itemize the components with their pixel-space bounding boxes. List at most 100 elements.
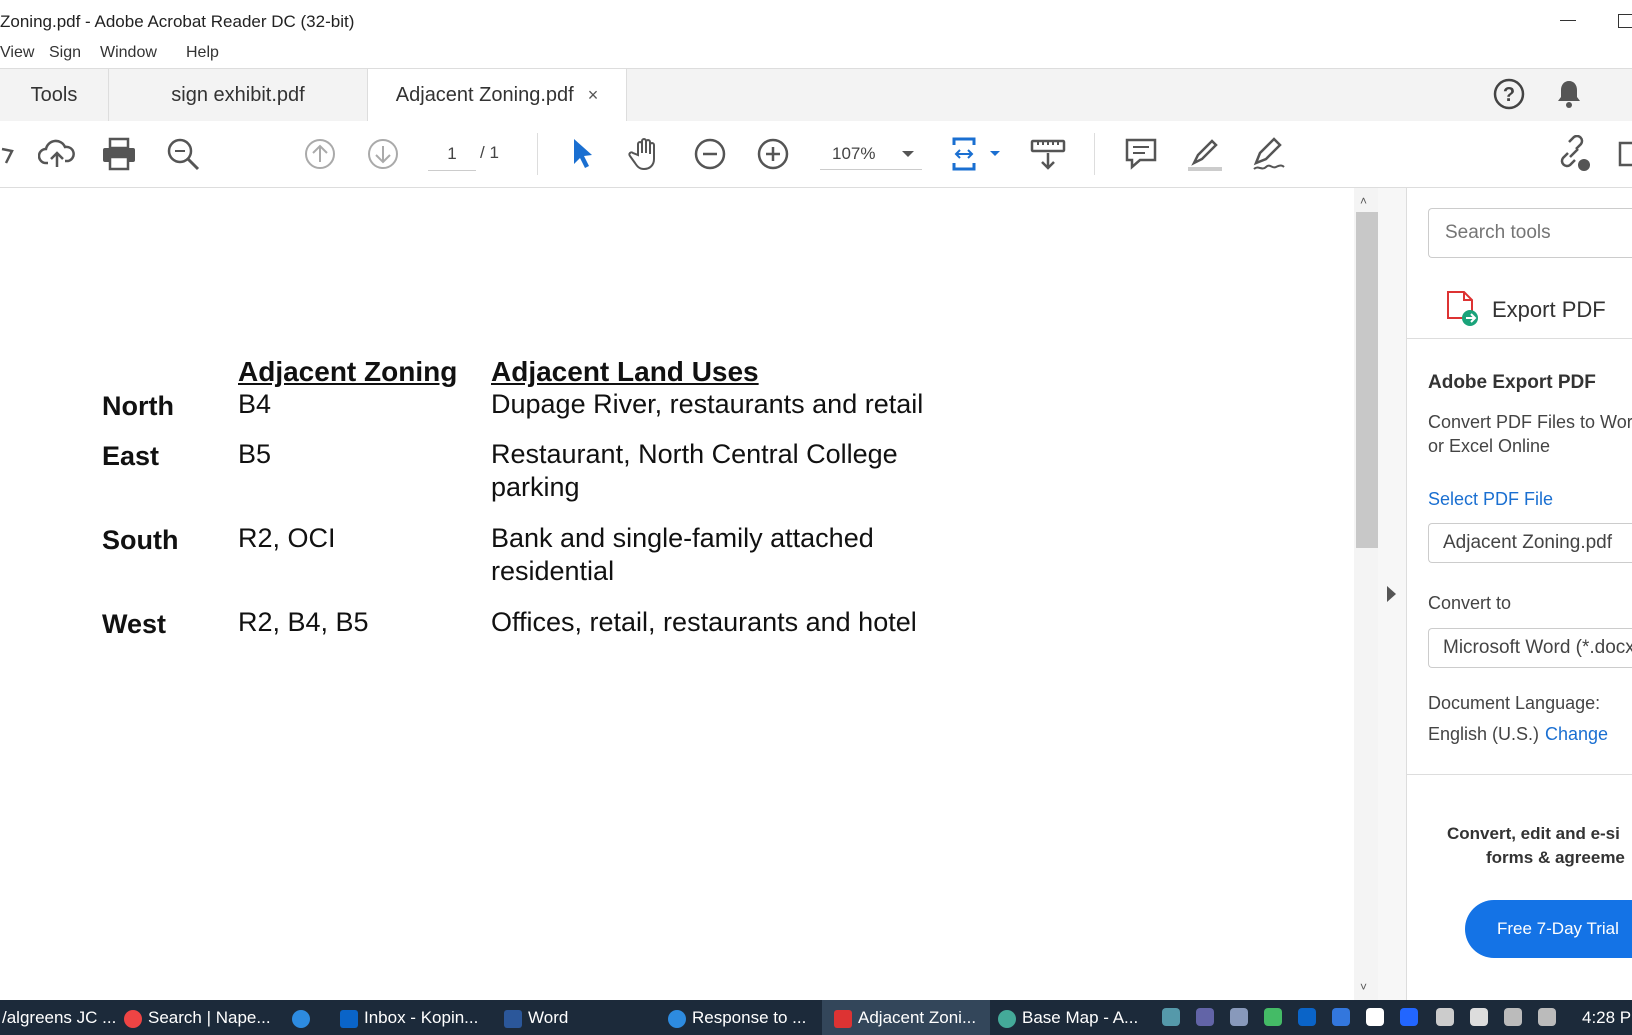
zoom-out-icon[interactable]	[691, 135, 729, 173]
right-panel-toggle[interactable]	[1378, 188, 1407, 1000]
edge-icon	[668, 1009, 686, 1028]
close-tab-icon[interactable]: ×	[588, 85, 599, 105]
search-tools-input[interactable]	[1428, 208, 1632, 258]
tray-app-icon[interactable]	[1162, 1008, 1180, 1026]
page-number-input[interactable]	[428, 138, 476, 171]
taskbar-label: Inbox - Kopin...	[364, 1008, 479, 1027]
row-direction: North	[102, 391, 174, 421]
share-link-icon[interactable]	[1554, 135, 1592, 173]
toolbar-divider	[537, 133, 538, 175]
star-icon[interactable]	[0, 135, 38, 173]
notifications-bell-icon[interactable]	[1554, 78, 1584, 110]
comment-icon[interactable]	[1122, 135, 1160, 173]
tray-app-icon[interactable]	[1332, 1008, 1350, 1026]
tray-app-icon[interactable]	[1264, 1008, 1282, 1026]
scroll-up-icon[interactable]: ˄	[1360, 194, 1370, 208]
taskbar-item-outlook[interactable]: Inbox - Kopin...	[340, 1000, 490, 1035]
battery-icon[interactable]	[1470, 1008, 1488, 1026]
select-pdf-file-link[interactable]: Select PDF File	[1428, 489, 1553, 510]
menu-help[interactable]: Help	[186, 44, 219, 62]
sign-pen-icon[interactable]	[1250, 135, 1288, 173]
toolbar: / 1 107%	[0, 121, 1632, 188]
outlook-icon	[340, 1009, 358, 1028]
minimize-button[interactable]	[1560, 20, 1576, 21]
outlook-tray-icon[interactable]	[1298, 1008, 1316, 1026]
fit-page-icon[interactable]	[950, 135, 1002, 173]
select-cursor-icon[interactable]	[564, 135, 602, 173]
window-title: Zoning.pdf - Adobe Acrobat Reader DC (32…	[0, 12, 355, 31]
row-zoning: R2, OCI	[238, 523, 336, 553]
highlight-pen-icon[interactable]	[1186, 135, 1224, 173]
row-land-use: Restaurant, North Central College	[491, 439, 898, 469]
hand-tool-icon[interactable]	[627, 135, 665, 173]
taskbar-item-word[interactable]: Word	[504, 1000, 604, 1035]
scrollbar-thumb[interactable]	[1356, 212, 1378, 548]
document-viewer[interactable]: Adjacent Zoning Adjacent Land Uses North…	[0, 188, 1378, 1000]
taskbar-item-ie[interactable]	[292, 1000, 322, 1035]
section-title: Adobe Export PDF	[1428, 372, 1596, 393]
row-direction: West	[102, 609, 167, 639]
taskbar: /algreens JC ... Search | Nape... Inbox …	[0, 1000, 1632, 1035]
map-search-icon	[998, 1009, 1016, 1028]
section-description-cont: or Excel Online	[1428, 436, 1551, 456]
scroll-down-icon[interactable]: ˅	[1360, 980, 1367, 994]
tab-tools[interactable]: Tools	[0, 69, 109, 121]
row-land-use: Dupage River, restaurants and retail	[491, 389, 924, 419]
taskbar-item-acrobat[interactable]: Adjacent Zoni...	[822, 1000, 990, 1035]
promo-text-cont: forms & agreeme	[1486, 848, 1625, 867]
taskbar-label: Response to ...	[692, 1008, 807, 1027]
print-icon[interactable]	[100, 135, 138, 173]
change-language-link[interactable]: Change	[1545, 724, 1608, 745]
tab-sign-exhibit[interactable]: sign exhibit.pdf	[109, 69, 368, 121]
vertical-scrollbar[interactable]: ˄ ˅	[1354, 188, 1378, 1000]
row-land-use-cont: parking	[491, 472, 580, 502]
printer-icon[interactable]	[1436, 1008, 1454, 1026]
row-land-use: Offices, retail, restaurants and hotel	[491, 607, 917, 637]
taskbar-item-walgreens[interactable]: /algreens JC ...	[0, 1000, 120, 1035]
document-language-value: English (U.S.)	[1428, 724, 1540, 744]
taskbar-item-basemap[interactable]: Base Map - A...	[998, 1000, 1148, 1035]
row-direction: South	[102, 525, 179, 555]
previous-page-icon[interactable]	[301, 135, 339, 173]
next-page-icon[interactable]	[364, 135, 402, 173]
row-zoning: B5	[238, 439, 272, 469]
taskbar-item-chrome[interactable]: Search | Nape...	[124, 1000, 284, 1035]
panel-divider	[1407, 774, 1632, 775]
network-icon[interactable]	[1504, 1008, 1522, 1026]
chevron-right-icon	[1387, 586, 1396, 602]
convert-to-select[interactable]: Microsoft Word (*.docx	[1428, 628, 1632, 668]
menu-view[interactable]: View	[0, 44, 34, 62]
free-trial-button[interactable]: Free 7-Day Trial	[1465, 900, 1632, 958]
zoom-in-icon[interactable]	[754, 135, 792, 173]
shield-icon[interactable]	[1366, 1008, 1384, 1026]
taskbar-item-response[interactable]: Response to ...	[668, 1000, 818, 1035]
zoom-search-icon[interactable]	[164, 135, 202, 173]
chrome-icon	[124, 1009, 142, 1028]
header-adjacent-land-uses: Adjacent Land Uses	[491, 356, 759, 387]
scroll-mode-icon[interactable]	[1029, 135, 1067, 173]
export-pdf-icon[interactable]	[1444, 290, 1480, 328]
menu-bar: View Sign Window Help	[0, 44, 1632, 68]
volume-icon[interactable]	[1538, 1008, 1556, 1026]
export-pdf-label[interactable]: Export PDF	[1492, 297, 1606, 323]
email-icon[interactable]	[1618, 135, 1632, 173]
maximize-button[interactable]	[1618, 14, 1632, 28]
clock[interactable]: 4:28 P	[1582, 1000, 1631, 1035]
menu-sign[interactable]: Sign	[49, 44, 81, 62]
header-adjacent-zoning: Adjacent Zoning	[238, 356, 458, 387]
tab-adjacent-zoning[interactable]: Adjacent Zoning.pdf ×	[368, 69, 627, 122]
taskbar-label: Adjacent Zoni...	[858, 1008, 977, 1027]
cloud-upload-icon[interactable]	[38, 135, 76, 173]
word-icon	[504, 1009, 522, 1028]
tab-bar: Tools sign exhibit.pdf Adjacent Zoning.p…	[0, 68, 1632, 122]
onedrive-icon[interactable]	[1230, 1008, 1248, 1026]
row-land-use: Bank and single-family attached	[491, 523, 874, 553]
row-zoning: R2, B4, B5	[238, 607, 369, 637]
zoom-dropdown[interactable]: 107%	[820, 135, 922, 170]
menu-window[interactable]: Window	[100, 44, 157, 62]
selected-file-field[interactable]: Adjacent Zoning.pdf	[1428, 523, 1632, 563]
teams-icon[interactable]	[1196, 1008, 1214, 1026]
help-icon[interactable]: ?	[1492, 77, 1526, 111]
row-land-use-cont: residential	[491, 556, 615, 586]
bluetooth-icon[interactable]	[1400, 1008, 1418, 1026]
